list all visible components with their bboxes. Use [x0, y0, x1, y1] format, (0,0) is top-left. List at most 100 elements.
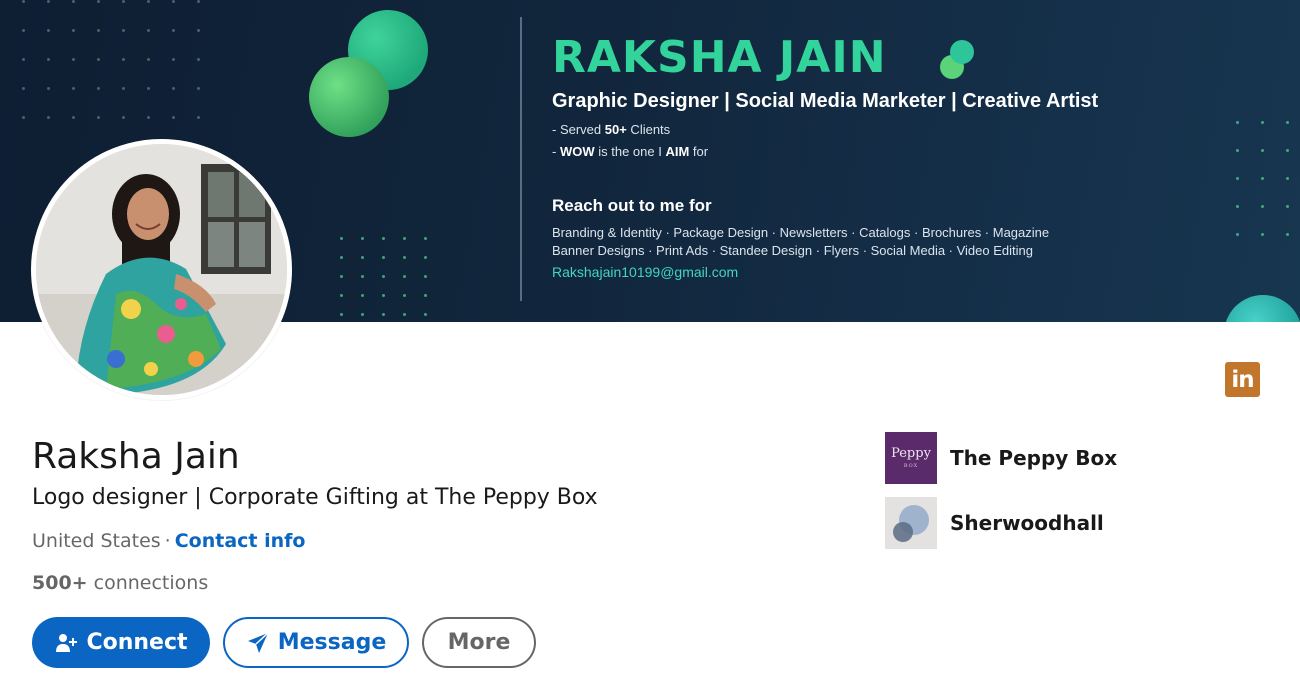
dot	[361, 294, 364, 297]
banner-dot-pattern	[22, 0, 200, 119]
dot	[97, 0, 100, 3]
connect-button[interactable]: Connect	[32, 617, 210, 668]
banner-text: 50+	[604, 122, 627, 137]
dot	[97, 58, 100, 61]
location-text: United States	[32, 530, 161, 552]
dot	[147, 116, 150, 119]
connections-label: connections	[87, 572, 209, 594]
company-logo	[885, 497, 937, 549]
dot	[122, 87, 125, 90]
banner-text: -	[552, 144, 560, 159]
dot	[382, 294, 385, 297]
dot	[47, 116, 50, 119]
dot	[403, 294, 406, 297]
dot	[97, 29, 100, 32]
dot	[403, 313, 406, 316]
banner-reach-title: Reach out to me for	[552, 196, 712, 215]
linkedin-icon[interactable]: in	[1225, 362, 1260, 397]
dot	[1261, 205, 1264, 208]
banner-decor-circle	[950, 40, 974, 64]
dot	[97, 116, 100, 119]
dot	[424, 313, 427, 316]
dot	[382, 237, 385, 240]
company-name: Sherwoodhall	[950, 511, 1104, 535]
dot	[1286, 149, 1289, 152]
more-button[interactable]: More	[422, 617, 536, 668]
dot	[172, 0, 175, 3]
dot	[122, 116, 125, 119]
dot	[1236, 177, 1239, 180]
dot	[72, 0, 75, 3]
dot	[122, 29, 125, 32]
dot	[47, 0, 50, 3]
dot	[197, 29, 200, 32]
banner-text: - Served	[552, 122, 605, 137]
banner-subtitle: Graphic Designer | Social Media Marketer…	[552, 90, 1099, 112]
dot	[424, 294, 427, 297]
company-name: The Peppy Box	[950, 446, 1118, 470]
banner-name: RAKSHA JAIN	[552, 32, 887, 83]
dot	[172, 29, 175, 32]
dot	[424, 275, 427, 278]
banner-line-clients: - Served 50+ Clients	[552, 122, 670, 137]
dot	[72, 87, 75, 90]
banner-divider	[520, 17, 522, 301]
dot	[172, 116, 175, 119]
connections-count[interactable]: 500+ connections	[32, 572, 208, 594]
dot	[1261, 233, 1264, 236]
banner-text: for	[689, 144, 709, 159]
banner-text: is the one I	[594, 144, 666, 159]
banner-text: Clients	[626, 122, 671, 137]
dot	[147, 0, 150, 3]
dot	[147, 58, 150, 61]
dot	[340, 294, 343, 297]
dot	[22, 58, 25, 61]
dot	[122, 58, 125, 61]
dot	[172, 87, 175, 90]
company-logo: Peppy BOX	[885, 432, 937, 484]
dot	[47, 58, 50, 61]
dot	[1236, 233, 1239, 236]
dot	[361, 237, 364, 240]
dot	[22, 116, 25, 119]
dot	[147, 29, 150, 32]
dot	[403, 275, 406, 278]
message-label: Message	[277, 630, 387, 655]
dot	[1286, 205, 1289, 208]
dot	[340, 237, 343, 240]
logo-text: Peppy	[891, 446, 931, 461]
dot	[72, 116, 75, 119]
banner-decor-circle	[1224, 295, 1300, 322]
message-button[interactable]: Message	[223, 617, 409, 668]
company-item-peppy-box[interactable]: Peppy BOX The Peppy Box	[885, 432, 1117, 484]
banner-text: AIM	[665, 144, 690, 159]
dot	[424, 237, 427, 240]
dot	[1286, 121, 1289, 124]
dot	[382, 275, 385, 278]
dot	[382, 256, 385, 259]
dot	[403, 237, 406, 240]
profile-photo-image	[36, 144, 287, 395]
dot	[361, 256, 364, 259]
contact-info-link[interactable]: Contact info	[175, 530, 306, 552]
logo-small-text: BOX	[903, 463, 919, 469]
dot	[361, 313, 364, 316]
dot	[197, 116, 200, 119]
dot	[1286, 177, 1289, 180]
profile-name: Raksha Jain	[32, 436, 240, 477]
dot	[1261, 149, 1264, 152]
connect-label: Connect	[86, 630, 188, 655]
dot	[172, 58, 175, 61]
dot	[47, 29, 50, 32]
dot	[340, 256, 343, 259]
add-person-icon	[54, 631, 78, 655]
dot	[340, 275, 343, 278]
company-item-sherwoodhall[interactable]: Sherwoodhall	[885, 497, 1104, 549]
profile-photo[interactable]	[31, 139, 292, 400]
banner-line-aim: - WOW is the one I AIM for	[552, 144, 708, 159]
dot	[22, 87, 25, 90]
dot	[72, 58, 75, 61]
dot	[1236, 121, 1239, 124]
dot	[424, 256, 427, 259]
banner-email: Rakshajain10199@gmail.com	[552, 264, 739, 280]
